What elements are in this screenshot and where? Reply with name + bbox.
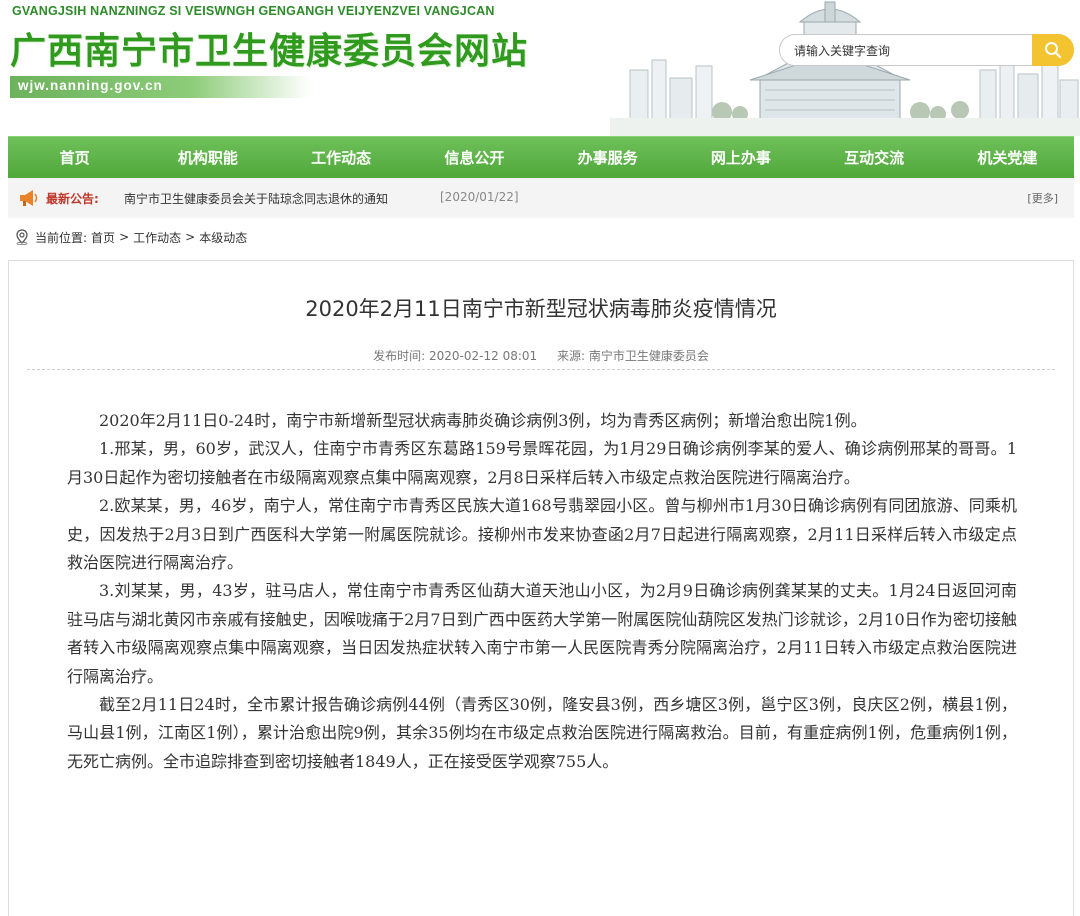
article-source: 来源: 南宁市卫生健康委员会 xyxy=(556,349,709,363)
article-paragraph: 1.邢某，男，60岁，武汉人，住南宁市青秀区东葛路159号景晖花园，为1月29日… xyxy=(67,439,1017,487)
nav-item-party-building[interactable]: 机关党建 xyxy=(941,137,1074,178)
article-meta: 发布时间: 2020-02-12 08:01 来源: 南宁市卫生健康委员会 xyxy=(9,347,1073,364)
location-pin-icon xyxy=(16,229,28,245)
article-paragraph: 3.刘某某，男，43岁，驻马店人，常住南宁市青秀区仙葫大道天池山小区，为2月9日… xyxy=(67,581,1017,686)
city-skyline-illustration xyxy=(610,1,1080,136)
nav-item-info-disclosure[interactable]: 信息公开 xyxy=(408,137,541,178)
article-paragraph: 截至2月11日24时，全市累计报告确诊病例44例（青秀区30例，隆安县3例，西乡… xyxy=(67,695,1017,771)
notice-date: [2020/01/22] xyxy=(440,190,519,204)
breadcrumb-home[interactable]: 首页 xyxy=(91,229,115,246)
publish-time: 发布时间: 2020-02-12 08:01 xyxy=(373,349,538,363)
nav-item-organization[interactable]: 机构职能 xyxy=(141,137,274,178)
nav-item-home[interactable]: 首页 xyxy=(8,137,141,178)
search-input[interactable] xyxy=(794,41,1024,61)
site-title[interactable]: 广西南宁市卫生健康委员会网站 xyxy=(10,22,528,74)
breadcrumb: 当前位置: 首页 > 工作动态 > 本级动态 xyxy=(14,227,251,247)
article-body: 2020年2月11日0-24时，南宁市新增新型冠状病毒肺炎确诊病例3例，均为青秀… xyxy=(67,407,1017,776)
breadcrumb-separator: > xyxy=(119,230,130,244)
search-button[interactable] xyxy=(1032,34,1074,66)
notice-label: 最新公告: xyxy=(46,192,99,206)
megaphone-icon xyxy=(20,190,38,206)
article-paragraph: 2.欧某某，男，46岁，南宁人，常住南宁市青秀区民族大道168号翡翠园小区。曾与… xyxy=(67,496,1017,573)
search-box xyxy=(779,34,1074,66)
meta-divider xyxy=(27,369,1055,370)
domain-text: wjw.nanning.gov.cn xyxy=(18,78,163,93)
notice-more-link[interactable]: [更多] xyxy=(1027,190,1058,206)
breadcrumb-current[interactable]: 本级动态 xyxy=(199,229,247,246)
article-title: 2020年2月11日南宁市新型冠状病毒肺炎疫情情况 xyxy=(305,297,777,321)
breadcrumb-separator: > xyxy=(185,230,196,244)
article-panel: 2020年2月11日南宁市新型冠状病毒肺炎疫情情况 发布时间: 2020-02-… xyxy=(8,260,1074,916)
nav-item-interaction[interactable]: 互动交流 xyxy=(808,137,941,178)
nav-item-services[interactable]: 办事服务 xyxy=(541,137,674,178)
nav-item-work-news[interactable]: 工作动态 xyxy=(275,137,408,178)
site-pinyin-title: GVANGJSIH NANZNINGZ SI VEISWNGH GENGANGH… xyxy=(12,4,495,18)
article-paragraph: 2020年2月11日0-24时，南宁市新增新型冠状病毒肺炎确诊病例3例，均为青秀… xyxy=(99,411,867,430)
domain-banner: wjw.nanning.gov.cn xyxy=(10,76,310,98)
notice-link[interactable]: 南宁市卫生健康委员会关于陆琼念同志退休的通知 xyxy=(124,190,388,207)
notice-bar: 最新公告: 南宁市卫生健康委员会关于陆琼念同志退休的通知 [2020/01/22… xyxy=(8,178,1074,218)
nav-item-online-services[interactable]: 网上办事 xyxy=(674,137,807,178)
search-icon xyxy=(1045,42,1062,59)
breadcrumb-prefix: 当前位置: xyxy=(35,230,88,245)
site-header: GVANGJSIH NANZNINGZ SI VEISWNGH GENGANGH… xyxy=(0,0,1080,136)
breadcrumb-work-news[interactable]: 工作动态 xyxy=(133,229,181,246)
main-nav: 首页 机构职能 工作动态 信息公开 办事服务 网上办事 互动交流 机关党建 xyxy=(8,136,1074,178)
